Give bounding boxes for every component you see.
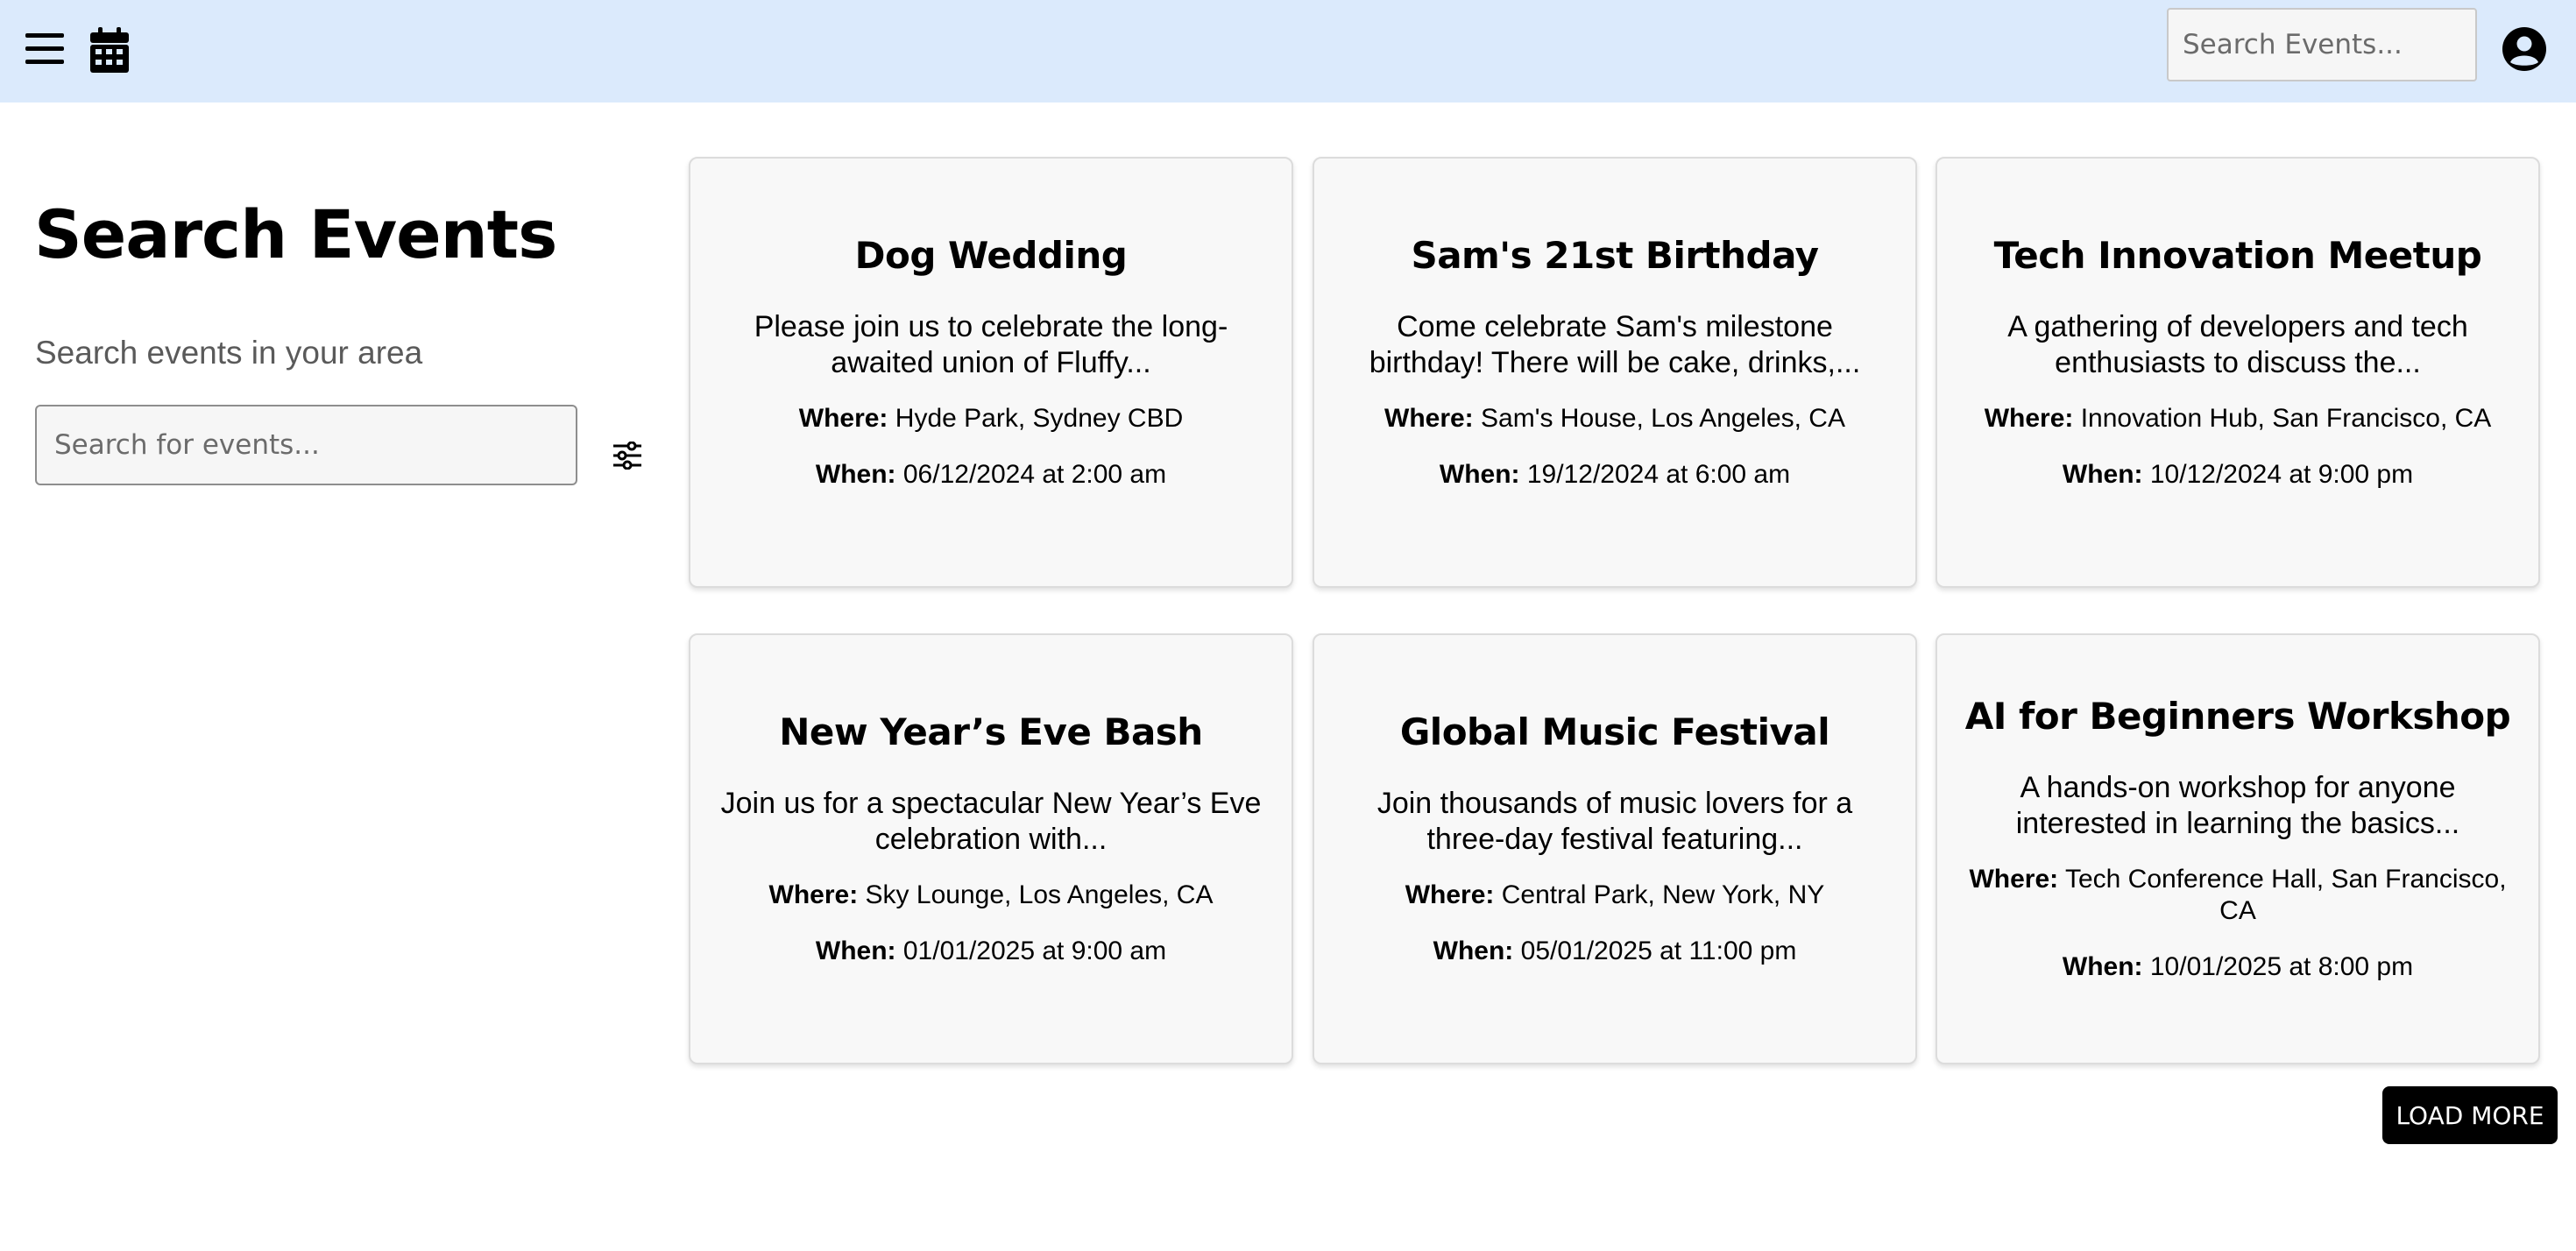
- page-title: Search Events: [34, 195, 557, 273]
- event-when: When: 10/01/2025 at 8:00 pm: [1964, 951, 2512, 983]
- event-location: Sky Lounge, Los Angeles, CA: [865, 880, 1214, 909]
- where-label: Where:: [798, 403, 888, 433]
- where-label: Where:: [768, 880, 859, 909]
- event-card[interactable]: Sam's 21st Birthday Come celebrate Sam's…: [1313, 157, 1917, 588]
- load-more-button[interactable]: LOAD MORE: [2382, 1086, 2558, 1144]
- event-title: Dog Wedding: [854, 234, 1128, 277]
- event-where: Where: Sky Lounge, Los Angeles, CA: [717, 880, 1265, 911]
- event-card[interactable]: AI for Beginners Workshop A hands-on wor…: [1936, 633, 2540, 1064]
- event-card[interactable]: Dog Wedding Please join us to celebrate …: [689, 157, 1293, 588]
- event-datetime: 06/12/2024 at 2:00 am: [902, 459, 1167, 489]
- event-datetime: 19/12/2024 at 6:00 am: [1526, 459, 1791, 489]
- event-description: Please join us to celebrate the long-awa…: [754, 310, 1228, 379]
- header-search-input[interactable]: [2167, 8, 2477, 81]
- when-label: When:: [2062, 459, 2143, 489]
- event-description: Join us for a spectacular New Year’s Eve…: [720, 787, 1262, 856]
- event-card[interactable]: Tech Innovation Meetup A gathering of de…: [1936, 157, 2540, 588]
- event-description: A hands-on workshop for anyone intereste…: [2015, 771, 2460, 840]
- event-where: Where: Central Park, New York, NY: [1341, 880, 1889, 911]
- event-title: AI for Beginners Workshop: [1964, 695, 2511, 738]
- event-when: When: 19/12/2024 at 6:00 am: [1341, 459, 1889, 491]
- event-datetime: 05/01/2025 at 11:00 pm: [1520, 936, 1797, 965]
- event-datetime: 01/01/2025 at 9:00 am: [902, 936, 1167, 965]
- when-label: When:: [815, 459, 896, 489]
- where-label: Where:: [1969, 864, 2059, 894]
- event-where: Where: Sam's House, Los Angeles, CA: [1341, 403, 1889, 435]
- event-location: Tech Conference Hall, San Francisco, CA: [2064, 864, 2507, 925]
- when-label: When:: [2062, 951, 2143, 981]
- event-location: Central Park, New York, NY: [1501, 880, 1825, 909]
- hamburger-menu-icon[interactable]: [25, 29, 65, 69]
- event-when: When: 05/01/2025 at 11:00 pm: [1341, 936, 1889, 967]
- event-description: Join thousands of music lovers for a thr…: [1376, 787, 1853, 856]
- event-card[interactable]: New Year’s Eve Bash Join us for a specta…: [689, 633, 1293, 1064]
- sliders-icon[interactable]: [610, 438, 645, 473]
- event-description: Come celebrate Sam's milestone birthday!…: [1369, 310, 1861, 379]
- when-label: When:: [815, 936, 896, 965]
- calendar-icon[interactable]: [89, 26, 130, 74]
- event-title: Tech Innovation Meetup: [1993, 234, 2482, 277]
- where-label: Where:: [1984, 403, 2074, 433]
- event-card[interactable]: Global Music Festival Join thousands of …: [1313, 633, 1917, 1064]
- event-location: Sam's House, Los Angeles, CA: [1481, 403, 1845, 433]
- event-when: When: 06/12/2024 at 2:00 am: [717, 459, 1265, 491]
- event-where: Where: Tech Conference Hall, San Francis…: [1964, 864, 2512, 927]
- event-location: Hyde Park, Sydney CBD: [895, 403, 1184, 433]
- event-title: New Year’s Eve Bash: [779, 710, 1203, 753]
- page-subtitle: Search events in your area: [35, 335, 423, 371]
- event-when: When: 10/12/2024 at 9:00 pm: [1964, 459, 2512, 491]
- search-events-input[interactable]: [35, 405, 577, 485]
- event-where: Where: Innovation Hub, San Francisco, CA: [1964, 403, 2512, 435]
- event-title: Global Music Festival: [1399, 710, 1830, 753]
- event-when: When: 01/01/2025 at 9:00 am: [717, 936, 1265, 967]
- event-location: Innovation Hub, San Francisco, CA: [2080, 403, 2492, 433]
- where-label: Where:: [1384, 403, 1474, 433]
- event-description: A gathering of developers and tech enthu…: [2007, 310, 2468, 379]
- user-circle-icon[interactable]: [2502, 27, 2546, 71]
- event-title: Sam's 21st Birthday: [1411, 234, 1819, 277]
- where-label: Where:: [1405, 880, 1495, 909]
- event-datetime: 10/12/2024 at 9:00 pm: [2149, 459, 2414, 489]
- event-datetime: 10/01/2025 at 8:00 pm: [2149, 951, 2414, 981]
- when-label: When:: [1433, 936, 1514, 965]
- when-label: When:: [1439, 459, 1520, 489]
- event-where: Where: Hyde Park, Sydney CBD: [717, 403, 1265, 435]
- top-navigation-bar: [0, 0, 2576, 102]
